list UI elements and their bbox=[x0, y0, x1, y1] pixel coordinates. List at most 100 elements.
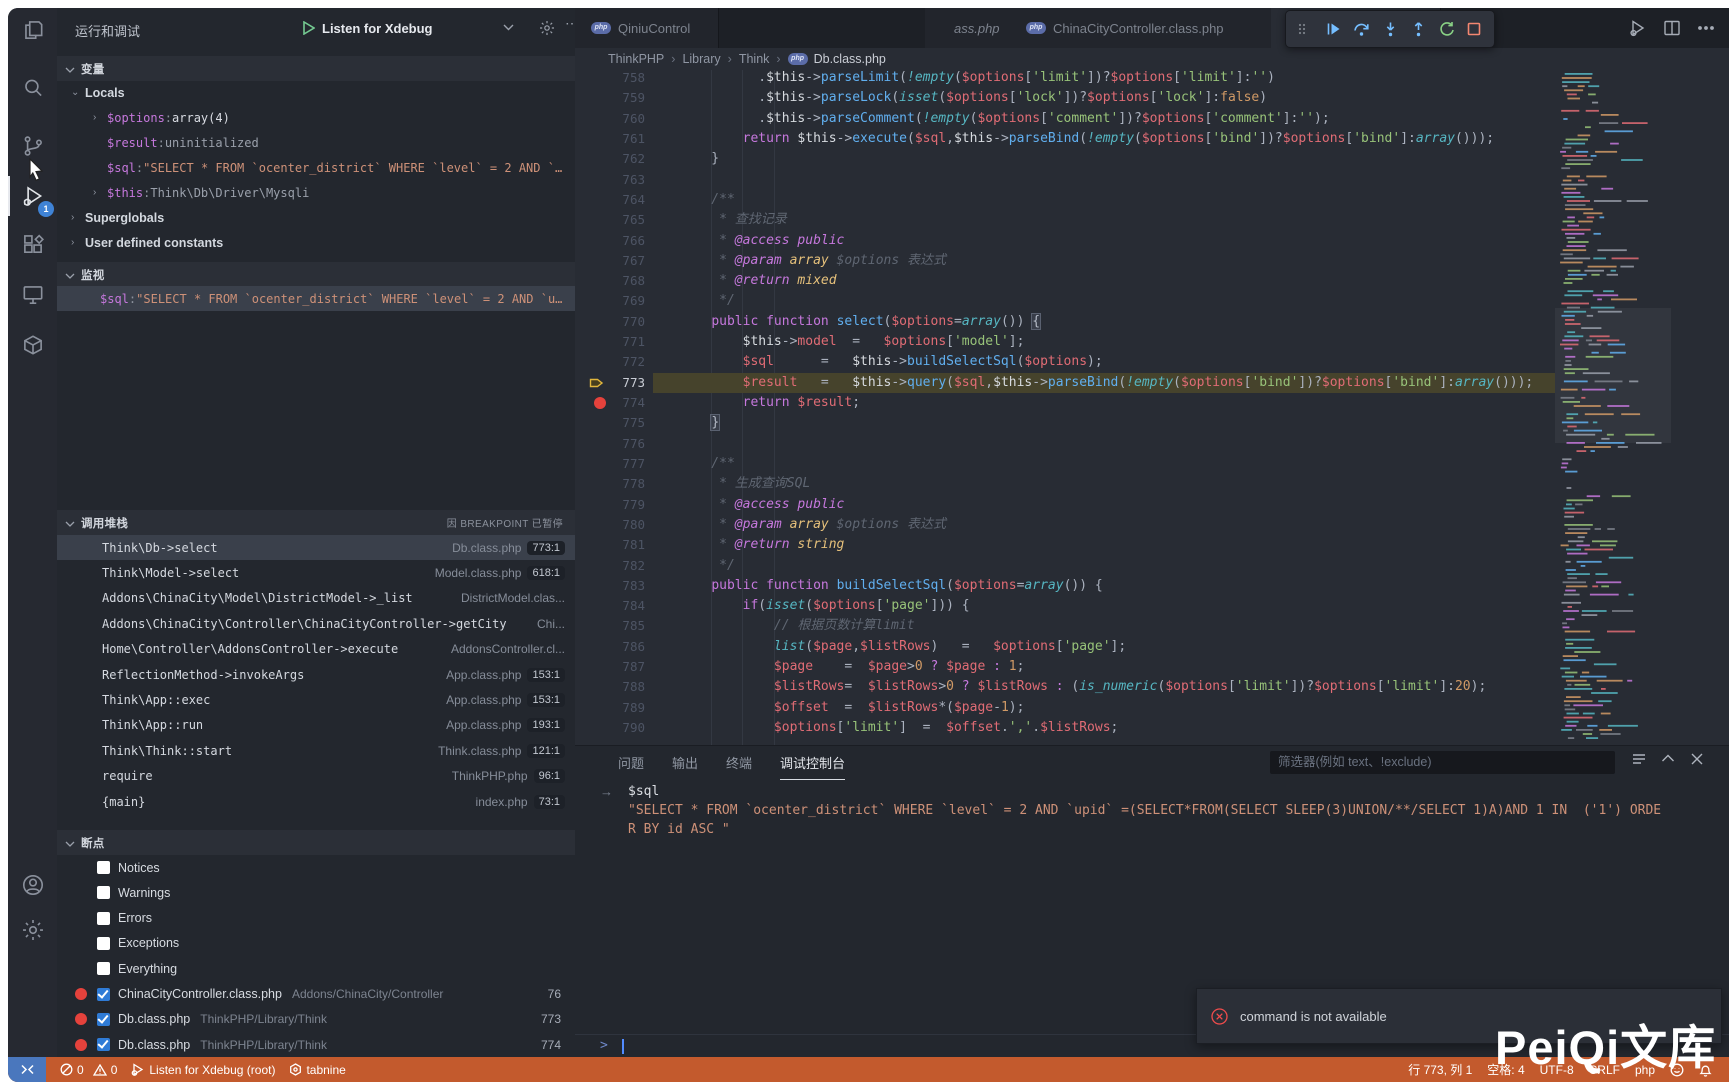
breakpoint-toggle-row[interactable]: Exceptions bbox=[57, 931, 575, 956]
checkbox-unchecked[interactable] bbox=[97, 911, 110, 925]
checkbox-checked[interactable] bbox=[97, 1012, 110, 1026]
remote-indicator[interactable] bbox=[8, 1057, 46, 1082]
checkbox-checked[interactable] bbox=[97, 1038, 110, 1052]
breakpoint-toggle-row[interactable]: Errors bbox=[57, 906, 575, 931]
stack-frame-row[interactable]: require ThinkPHP.php 96:1 bbox=[57, 764, 575, 789]
breadcrumb-item[interactable]: ThinkPHP bbox=[608, 52, 664, 66]
breakpoint-toggle-row[interactable]: Warnings bbox=[57, 880, 575, 905]
xdebug-status[interactable]: Listen for Xdebug (root) bbox=[131, 1063, 275, 1077]
activity-item-search[interactable] bbox=[8, 66, 57, 110]
line-number: 782 bbox=[622, 557, 645, 573]
more-actions-icon[interactable] bbox=[1697, 19, 1715, 37]
restart-icon[interactable] bbox=[1438, 21, 1455, 37]
variable-row[interactable]: › $this: Think\Db\Driver\Mysqli bbox=[57, 180, 575, 205]
step-into-icon[interactable] bbox=[1382, 21, 1399, 37]
step-over-icon[interactable] bbox=[1353, 21, 1370, 37]
stack-frame-row[interactable]: Think\App::exec App.class.php 153:1 bbox=[57, 687, 575, 712]
console-output-line: "SELECT * FROM `ocenter_district` WHERE … bbox=[628, 803, 1662, 818]
split-editor-icon[interactable] bbox=[1663, 19, 1681, 37]
output-actions-icon[interactable] bbox=[1631, 751, 1647, 767]
chevron-down-icon[interactable] bbox=[503, 24, 514, 31]
continue-icon[interactable] bbox=[1325, 21, 1342, 37]
variable-row[interactable]: $result: uninitialized bbox=[57, 130, 575, 155]
panel-tab-输出[interactable]: 输出 bbox=[672, 753, 698, 772]
variables-section-header[interactable]: 变量 bbox=[57, 56, 575, 81]
stack-frame-row[interactable]: ReflectionMethod->invokeArgs App.class.ph… bbox=[57, 662, 575, 687]
line-number: 774 bbox=[622, 395, 645, 410]
variable-scope-row[interactable]: ⌄ Locals bbox=[57, 80, 575, 105]
line-number: 765 bbox=[622, 212, 645, 228]
cursor-position-status[interactable]: 行 773, 列 1 bbox=[1408, 1061, 1472, 1078]
stop-icon[interactable] bbox=[1466, 21, 1483, 37]
watch-section-header[interactable]: 监视 bbox=[57, 262, 575, 287]
variable-row[interactable]: $sql: "SELECT * FROM `ocenter_district` … bbox=[57, 155, 575, 180]
activity-item-account[interactable] bbox=[8, 863, 57, 907]
editor-tab-chinacitycontroller-class-php[interactable]: php ChinaCityController.class.php bbox=[1010, 8, 1272, 48]
minimap[interactable] bbox=[1555, 70, 1671, 745]
gear-icon[interactable] bbox=[539, 20, 555, 36]
activity-item-explorer[interactable] bbox=[8, 8, 57, 52]
checkbox-unchecked[interactable] bbox=[97, 886, 110, 900]
sidebar-header: 运行和调试 Listen for Xdebug ⋯ bbox=[57, 8, 575, 48]
bell-icon[interactable] bbox=[1699, 1063, 1712, 1077]
tabnine-status[interactable]: tabnine bbox=[289, 1063, 346, 1077]
stack-frame-row[interactable]: Think\Think::start Think.class.php 121:1 bbox=[57, 738, 575, 763]
drag-grip-icon bbox=[1297, 21, 1314, 37]
call-stack-section-header[interactable]: 调用堆栈因 BREAKPOINT 已暂停 bbox=[57, 510, 575, 535]
activity-item-package[interactable] bbox=[8, 323, 57, 367]
stack-frame-row[interactable]: Think\Model->select Model.class.php 618:1 bbox=[57, 560, 575, 585]
stack-frame-row[interactable]: Think\Db->select Db.class.php 773:1 bbox=[57, 535, 575, 560]
breakpoint-file-row[interactable]: Db.class.php ThinkPHP/Library/Think 774 bbox=[57, 1032, 575, 1057]
breakpoint-file-row[interactable]: ChinaCityController.class.php Addons/Chin… bbox=[57, 982, 575, 1007]
activity-item-run-and-debug[interactable]: 1 bbox=[8, 157, 57, 218]
breadcrumb-item[interactable]: Think bbox=[739, 52, 770, 66]
checkbox-unchecked[interactable] bbox=[97, 962, 110, 976]
activity-item-settings[interactable] bbox=[8, 908, 57, 952]
activity-item-remote-explorer[interactable] bbox=[8, 273, 57, 317]
panel-tab-终端[interactable]: 终端 bbox=[726, 753, 752, 772]
language-status[interactable]: php bbox=[1635, 1063, 1655, 1077]
breadcrumb-item[interactable]: Library bbox=[682, 52, 720, 66]
checkbox-checked[interactable] bbox=[97, 987, 110, 1001]
line-number: 787 bbox=[622, 659, 645, 675]
maximize-panel-icon[interactable] bbox=[1660, 751, 1676, 767]
notification-toast[interactable]: command is not available bbox=[1196, 988, 1722, 1044]
encoding-status[interactable]: UTF-8 bbox=[1540, 1063, 1574, 1077]
close-panel-icon[interactable] bbox=[1689, 751, 1705, 767]
eol-status[interactable]: CRLF bbox=[1589, 1063, 1620, 1077]
breakpoint-toggle-row[interactable]: Notices bbox=[57, 855, 575, 880]
checkbox-unchecked[interactable] bbox=[97, 861, 110, 874]
start-debugging-button[interactable]: Listen for Xdebug bbox=[303, 16, 433, 40]
warning-count: 0 bbox=[110, 1062, 118, 1077]
run-or-debug-icon[interactable] bbox=[1629, 19, 1647, 37]
stack-frame-row[interactable]: Addons\ChinaCity\Controller\ChinaCityCon… bbox=[57, 611, 575, 636]
panel-tab-调试控制台[interactable]: 调试控制台 bbox=[780, 753, 846, 780]
panel-tab-问题[interactable]: 问题 bbox=[618, 753, 644, 772]
feedback-icon[interactable] bbox=[1670, 1063, 1684, 1077]
activity-item-extensions[interactable] bbox=[8, 222, 57, 266]
breakpoint-file-row[interactable]: Db.class.php ThinkPHP/Library/Think 773 bbox=[57, 1007, 575, 1032]
indentation-status[interactable]: 空格: 4 bbox=[1487, 1061, 1524, 1078]
checkbox-unchecked[interactable] bbox=[97, 936, 110, 950]
stack-frame-row[interactable]: {main} index.php 73:1 bbox=[57, 789, 575, 814]
line-number: 776 bbox=[622, 435, 645, 451]
code-text: if(isset($options['page'])) { bbox=[742, 598, 970, 614]
stack-frame-row[interactable]: Addons\ChinaCity\Model\DistrictModel->_l… bbox=[57, 586, 575, 611]
stack-frame-row[interactable]: Home\Controller\AddonsController->execut… bbox=[57, 637, 575, 662]
step-out-icon[interactable] bbox=[1410, 21, 1427, 37]
stack-frame-row[interactable]: Think\App::run App.class.php 193:1 bbox=[57, 713, 575, 738]
breakpoints-section-header[interactable]: 断点 bbox=[57, 830, 575, 855]
errors-icon bbox=[60, 1063, 73, 1076]
editor-tab-qiniucontrol[interactable]: php QiniuControl bbox=[575, 8, 719, 48]
variable-row[interactable]: › $options: array(4) bbox=[57, 105, 575, 130]
more-actions-icon[interactable]: ⋯ bbox=[565, 15, 575, 32]
watch-expression-row[interactable]: $sql: "SELECT * FROM `ocenter_district` … bbox=[57, 286, 575, 311]
console-filter-input[interactable]: 筛选器(例如 text、!exclude) bbox=[1270, 751, 1615, 774]
problems-status[interactable]: 0 0 bbox=[60, 1063, 117, 1077]
variable-scope-row[interactable]: › User defined constants bbox=[57, 230, 575, 255]
variable-scope-row[interactable]: › Superglobals bbox=[57, 205, 575, 230]
breadcrumb-file[interactable]: Db.class.php bbox=[814, 52, 886, 66]
code-editor[interactable]: 758 .$this->parseLimit(!empty($options['… bbox=[575, 70, 1729, 745]
breakpoint-toggle-row[interactable]: Everything bbox=[57, 956, 575, 981]
editor-tab-ass-php[interactable]: ass.php bbox=[925, 8, 1011, 48]
